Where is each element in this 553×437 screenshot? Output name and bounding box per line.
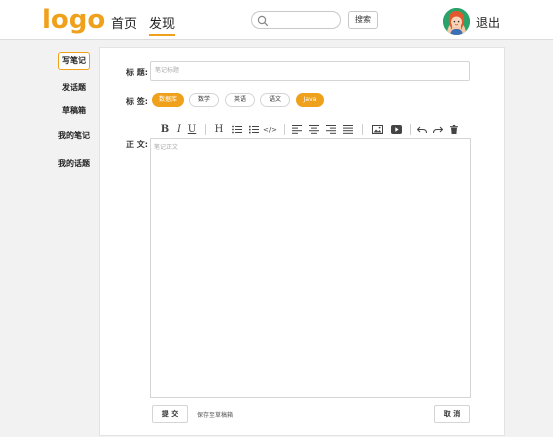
logo[interactable]: logo [42, 5, 105, 35]
bold-button[interactable]: B [160, 121, 170, 138]
tag-java[interactable]: Java [296, 93, 324, 107]
toolbar-divider [410, 124, 411, 135]
nav-find-link[interactable]: 发现 [149, 13, 176, 36]
body-editor[interactable]: 笔记正文 [150, 138, 471, 398]
bullet-list-button[interactable] [231, 121, 243, 138]
numbered-list-button[interactable] [248, 121, 260, 138]
insert-image-button[interactable] [371, 121, 383, 138]
avatar[interactable] [443, 8, 470, 35]
title-input[interactable]: 笔记标题 [150, 61, 470, 81]
align-left-icon [292, 125, 302, 134]
align-center-button[interactable] [308, 121, 320, 138]
sidebar-item-post-topic[interactable]: 发话题 [58, 82, 90, 93]
video-icon [391, 125, 402, 134]
undo-icon [417, 126, 427, 133]
insert-video-button[interactable] [390, 121, 403, 138]
redo-icon [433, 126, 443, 133]
avatar-illustration-icon [443, 8, 470, 35]
underline-button[interactable]: U [187, 121, 197, 138]
sidebar-item-write-note[interactable]: 写笔记 [58, 52, 90, 70]
align-left-button[interactable] [291, 121, 303, 138]
italic-button[interactable]: I [174, 121, 184, 138]
align-right-icon [326, 125, 336, 134]
title-label: 标 题: [126, 68, 148, 77]
sidebar-item-my-notes[interactable]: 我的笔记 [56, 130, 92, 141]
align-right-button[interactable] [325, 121, 337, 138]
align-center-icon [309, 125, 319, 134]
cancel-button[interactable]: 取 消 [434, 405, 470, 423]
tag-english[interactable]: 英语 [225, 93, 255, 107]
top-header: logo 首页 发现 搜索 退出 [0, 0, 553, 40]
tags-label: 标 签: [126, 97, 148, 106]
align-justify-button[interactable] [342, 121, 354, 138]
clear-button[interactable] [448, 121, 460, 138]
toolbar-divider [362, 124, 363, 135]
toolbar-divider [284, 124, 285, 135]
tag-database[interactable]: 数据库 [152, 93, 184, 107]
tag-math[interactable]: 数学 [189, 93, 219, 107]
redo-button[interactable] [432, 121, 444, 138]
numbered-list-icon [249, 125, 259, 134]
search-button[interactable]: 搜索 [348, 11, 378, 29]
align-justify-icon [343, 125, 353, 134]
sidebar-item-drafts[interactable]: 草稿箱 [58, 105, 90, 116]
save-draft-link[interactable]: 保存至草稿箱 [197, 410, 233, 419]
image-icon [371, 125, 383, 134]
code-button[interactable]: </> [263, 121, 277, 138]
editor-toolbar: B I U H </> [150, 121, 470, 138]
search-icon [257, 15, 269, 27]
page: logo 首页 发现 搜索 退出 写笔记 发话题 草稿箱 我的笔记 我的话题 标… [0, 0, 553, 437]
toolbar-divider [205, 124, 206, 135]
nav-home-link[interactable]: 首页 [111, 13, 137, 32]
trash-icon [450, 125, 458, 134]
sidebar-item-my-topics[interactable]: 我的话题 [56, 158, 92, 169]
heading-button[interactable]: H [213, 121, 225, 138]
submit-button[interactable]: 提 交 [152, 405, 188, 423]
search-input[interactable] [251, 11, 341, 29]
logout-link[interactable]: 退出 [476, 14, 500, 31]
tag-chinese[interactable]: 语文 [260, 93, 290, 107]
undo-button[interactable] [416, 121, 428, 138]
body-label: 正 文: [126, 140, 148, 149]
bullet-list-icon [232, 125, 242, 134]
body-placeholder: 笔记正文 [154, 144, 179, 151]
